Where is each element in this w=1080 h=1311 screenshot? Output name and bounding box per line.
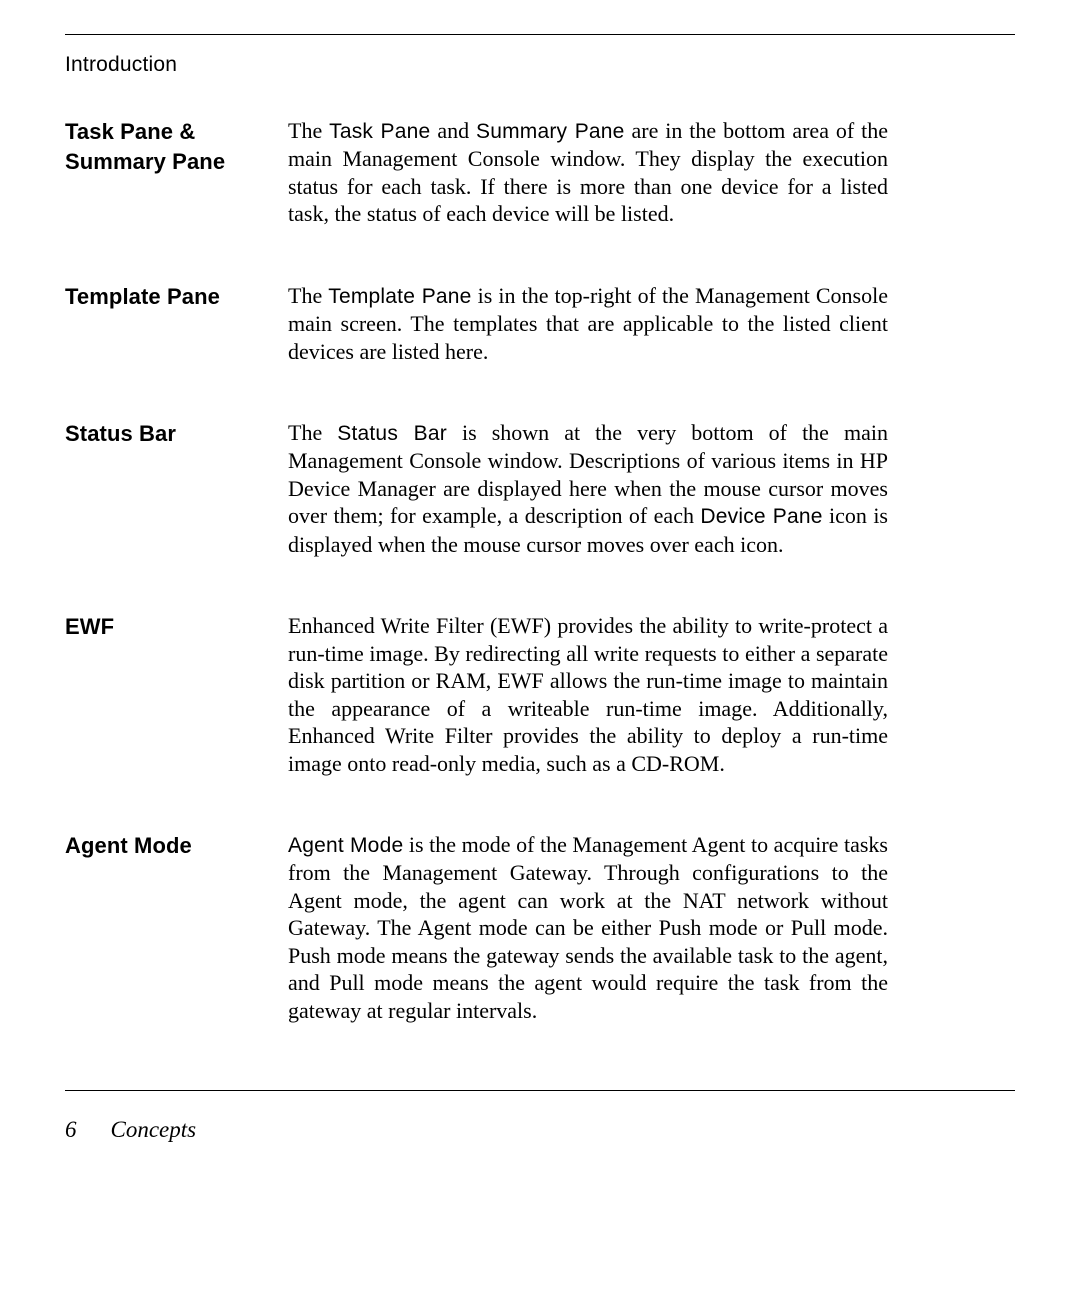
top-rule (65, 34, 1015, 35)
ui-term: Summary Pane (476, 120, 625, 143)
body-text: and (430, 118, 476, 143)
ui-term: Status Bar (337, 422, 447, 445)
body-text: The (288, 118, 329, 143)
definition-term: Template Pane (65, 282, 288, 365)
definition-term: Task Pane & Summary Pane (65, 117, 288, 228)
body-text: is the mode of the Management Agent to a… (288, 832, 888, 1023)
definition-term: Agent Mode (65, 831, 288, 1024)
body-text: The (288, 420, 337, 445)
definition-body: The Status Bar is shown at the very bott… (288, 419, 888, 558)
page-footer: 6 Concepts (65, 1117, 196, 1143)
definition-row: EWF Enhanced Write Filter (EWF) provides… (65, 612, 1015, 777)
ui-term: Task Pane (329, 120, 430, 143)
ui-term: Device Pane (700, 505, 822, 528)
definition-row: Task Pane & Summary Pane The Task Pane a… (65, 117, 1015, 228)
definition-list: Task Pane & Summary Pane The Task Pane a… (65, 117, 1015, 1024)
page-header-label: Introduction (65, 53, 1015, 77)
ui-term: Template Pane (328, 285, 471, 308)
definition-body: The Template Pane is in the top-right of… (288, 282, 888, 365)
page-number: 6 (65, 1117, 77, 1142)
definition-term: EWF (65, 612, 288, 777)
document-page: Introduction Task Pane & Summary Pane Th… (0, 0, 1080, 1024)
bottom-rule (65, 1090, 1015, 1091)
definition-term: Status Bar (65, 419, 288, 558)
definition-body: Agent Mode is the mode of the Management… (288, 831, 888, 1024)
definition-row: Agent Mode Agent Mode is the mode of the… (65, 831, 1015, 1024)
definition-body: The Task Pane and Summary Pane are in th… (288, 117, 888, 228)
ui-term: Agent Mode (288, 834, 403, 857)
body-text: Enhanced Write Filter (EWF) provides the… (288, 613, 888, 776)
footer-section: Concepts (111, 1117, 197, 1142)
body-text: The (288, 283, 328, 308)
definition-row: Status Bar The Status Bar is shown at th… (65, 419, 1015, 558)
definition-row: Template Pane The Template Pane is in th… (65, 282, 1015, 365)
definition-body: Enhanced Write Filter (EWF) provides the… (288, 612, 888, 777)
